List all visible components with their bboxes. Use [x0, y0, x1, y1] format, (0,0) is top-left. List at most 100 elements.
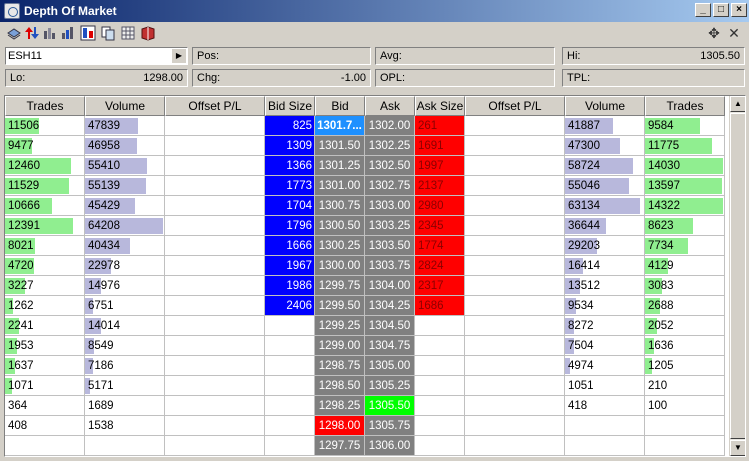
ask-price-cell[interactable]: 1305.25 — [365, 376, 415, 396]
header-offset-pl-right[interactable]: Offset P/L — [465, 96, 565, 116]
ask-size-cell[interactable]: 2824 — [415, 256, 465, 276]
offset-pl-right-cell[interactable] — [465, 196, 565, 216]
trades-left-cell[interactable]: 1637 — [5, 356, 85, 376]
volume-left-cell[interactable]: 40434 — [85, 236, 165, 256]
volume-right-cell[interactable]: 1051 — [565, 376, 645, 396]
market-depth-grid[interactable]: ▲ ▼ Trades Volume Offset P/L Bid Size Bid Ask… — [4, 95, 746, 457]
trades-right-cell[interactable]: 8623 — [645, 216, 725, 236]
volume-left-cell[interactable]: 22978 — [85, 256, 165, 276]
volume-left-cell[interactable]: 55410 — [85, 156, 165, 176]
trades-left-cell[interactable]: 1262 — [5, 296, 85, 316]
trades-right-cell[interactable]: 100 — [645, 396, 725, 416]
volume-right-cell[interactable]: 13512 — [565, 276, 645, 296]
ask-size-cell[interactable] — [415, 396, 465, 416]
trades-right-cell[interactable]: 13597 — [645, 176, 725, 196]
volume-right-cell[interactable]: 55046 — [565, 176, 645, 196]
trades-left-cell[interactable]: 11506 — [5, 116, 85, 136]
bid-price-cell[interactable]: 1297.75 — [315, 436, 365, 456]
volume-left-cell[interactable]: 46958 — [85, 136, 165, 156]
copy-icon[interactable] — [100, 25, 116, 41]
trades-left-cell[interactable]: 3227 — [5, 276, 85, 296]
bid-size-cell[interactable]: 1967 — [265, 256, 315, 276]
symbol-input[interactable]: ESH11 ▶ — [5, 47, 188, 65]
trades-right-cell[interactable]: 210 — [645, 376, 725, 396]
bid-size-cell[interactable]: 1704 — [265, 196, 315, 216]
bid-price-cell[interactable]: 1299.50 — [315, 296, 365, 316]
bid-size-cell[interactable]: 2406 — [265, 296, 315, 316]
volume-right-cell[interactable]: 29203 — [565, 236, 645, 256]
header-bid[interactable]: Bid — [315, 96, 365, 116]
ask-size-cell[interactable]: 1997 — [415, 156, 465, 176]
close-button[interactable]: × — [731, 3, 747, 17]
header-ask[interactable]: Ask — [365, 96, 415, 116]
ask-price-cell[interactable]: 1305.50 — [365, 396, 415, 416]
bid-size-cell[interactable] — [265, 356, 315, 376]
bid-size-cell[interactable]: 1366 — [265, 156, 315, 176]
bid-price-cell[interactable]: 1299.75 — [315, 276, 365, 296]
offset-pl-left-cell[interactable] — [165, 276, 265, 296]
volume-left-cell[interactable]: 1538 — [85, 416, 165, 436]
header-volume-left[interactable]: Volume — [85, 96, 165, 116]
trades-left-cell[interactable]: 9477 — [5, 136, 85, 156]
bid-size-cell[interactable] — [265, 316, 315, 336]
trades-left-cell[interactable]: 10666 — [5, 196, 85, 216]
offset-pl-right-cell[interactable] — [465, 236, 565, 256]
trades-right-cell[interactable]: 9584 — [645, 116, 725, 136]
trades-left-cell[interactable]: 1953 — [5, 336, 85, 356]
bid-price-cell[interactable]: 1300.00 — [315, 256, 365, 276]
bid-size-cell[interactable] — [265, 376, 315, 396]
trades-left-cell[interactable]: 11529 — [5, 176, 85, 196]
volume-left-cell[interactable]: 14976 — [85, 276, 165, 296]
bid-price-cell[interactable]: 1301.50 — [315, 136, 365, 156]
ask-price-cell[interactable]: 1304.50 — [365, 316, 415, 336]
chart-blocks-icon[interactable] — [80, 25, 96, 41]
ask-size-cell[interactable] — [415, 336, 465, 356]
header-bid-size[interactable]: Bid Size — [265, 96, 315, 116]
offset-pl-right-cell[interactable] — [465, 156, 565, 176]
bars-alt-icon[interactable] — [60, 25, 76, 41]
offset-pl-left-cell[interactable] — [165, 296, 265, 316]
offset-pl-left-cell[interactable] — [165, 136, 265, 156]
offset-pl-left-cell[interactable] — [165, 376, 265, 396]
offset-pl-left-cell[interactable] — [165, 436, 265, 456]
trades-left-cell[interactable]: 408 — [5, 416, 85, 436]
volume-left-cell[interactable] — [85, 436, 165, 456]
volume-right-cell[interactable] — [565, 436, 645, 456]
ask-price-cell[interactable]: 1305.00 — [365, 356, 415, 376]
offset-pl-left-cell[interactable] — [165, 336, 265, 356]
trades-left-cell[interactable]: 4720 — [5, 256, 85, 276]
volume-left-cell[interactable]: 55139 — [85, 176, 165, 196]
volume-right-cell[interactable]: 41887 — [565, 116, 645, 136]
offset-pl-left-cell[interactable] — [165, 356, 265, 376]
offset-pl-right-cell[interactable] — [465, 116, 565, 136]
volume-right-cell[interactable]: 63134 — [565, 196, 645, 216]
trades-right-cell[interactable]: 11775 — [645, 136, 725, 156]
bid-price-cell[interactable]: 1300.75 — [315, 196, 365, 216]
offset-pl-right-cell[interactable] — [465, 376, 565, 396]
bars-icon[interactable] — [42, 25, 58, 41]
offset-pl-left-cell[interactable] — [165, 216, 265, 236]
bid-size-cell[interactable]: 1666 — [265, 236, 315, 256]
ask-size-cell[interactable]: 2317 — [415, 276, 465, 296]
grid-icon[interactable] — [120, 25, 136, 41]
trades-left-cell[interactable]: 1071 — [5, 376, 85, 396]
offset-pl-left-cell[interactable] — [165, 256, 265, 276]
ask-size-cell[interactable]: 1691 — [415, 136, 465, 156]
ask-price-cell[interactable]: 1304.25 — [365, 296, 415, 316]
minimize-button[interactable]: _ — [695, 3, 711, 17]
offset-pl-left-cell[interactable] — [165, 416, 265, 436]
trades-right-cell[interactable] — [645, 436, 725, 456]
trades-right-cell[interactable]: 2688 — [645, 296, 725, 316]
ask-price-cell[interactable]: 1303.00 — [365, 196, 415, 216]
maximize-button[interactable]: □ — [713, 3, 729, 17]
ask-price-cell[interactable]: 1302.00 — [365, 116, 415, 136]
offset-pl-left-cell[interactable] — [165, 396, 265, 416]
ask-size-cell[interactable]: 1774 — [415, 236, 465, 256]
offset-pl-right-cell[interactable] — [465, 296, 565, 316]
bid-size-cell[interactable] — [265, 336, 315, 356]
offset-pl-left-cell[interactable] — [165, 236, 265, 256]
trades-left-cell[interactable]: 12460 — [5, 156, 85, 176]
bid-price-cell[interactable]: 1300.50 — [315, 216, 365, 236]
scroll-down-icon[interactable]: ▼ — [730, 440, 745, 456]
trades-right-cell[interactable]: 1636 — [645, 336, 725, 356]
